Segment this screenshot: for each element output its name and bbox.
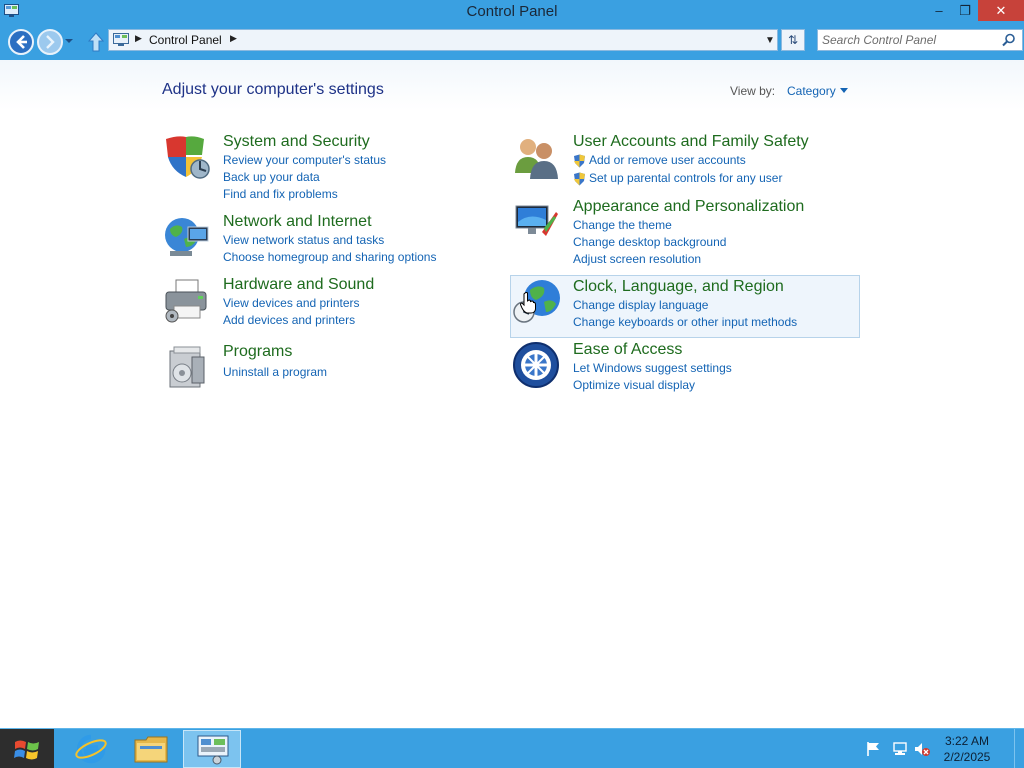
breadcrumb-separator-icon[interactable]: ▶ xyxy=(135,33,142,44)
category-title[interactable]: User Accounts and Family Safety xyxy=(573,133,809,151)
link-windows-suggest-settings[interactable]: Let Windows suggest settings xyxy=(573,361,732,375)
link-change-theme[interactable]: Change the theme xyxy=(573,218,672,232)
taskbar-control-panel[interactable] xyxy=(183,730,241,768)
link-optimize-visual-display[interactable]: Optimize visual display xyxy=(573,378,695,392)
taskbar-internet-explorer[interactable] xyxy=(62,730,120,768)
window-title: Control Panel xyxy=(466,3,558,20)
category-user-accounts-family-safety: User Accounts and Family Safety Add or r… xyxy=(512,133,832,188)
link-uninstall-program[interactable]: Uninstall a program xyxy=(223,365,327,379)
control-panel-location-icon xyxy=(113,33,129,46)
search-input[interactable] xyxy=(822,32,998,48)
programs-icon[interactable] xyxy=(162,343,210,391)
category-clock-language-region: Clock, Language, and Region Change displ… xyxy=(512,278,832,333)
category-title[interactable]: Appearance and Personalization xyxy=(573,198,804,216)
link-find-fix-problems[interactable]: Find and fix problems xyxy=(223,187,338,201)
page-title: Adjust your computer's settings xyxy=(162,81,384,98)
link-change-background[interactable]: Change desktop background xyxy=(573,235,726,249)
navigation-bar: ▶ Control Panel ▶ ▼ ⇅ xyxy=(0,24,1024,60)
link-keyboards-input[interactable]: Change keyboards or other input methods xyxy=(573,315,797,329)
network-globe-icon[interactable] xyxy=(162,213,210,261)
volume-muted-icon[interactable] xyxy=(914,741,930,757)
category-system-and-security: System and Security Review your computer… xyxy=(162,133,462,203)
ease-of-access-icon[interactable] xyxy=(512,341,560,389)
hand-cursor-icon xyxy=(520,292,536,314)
clock-date: 2/2/2025 xyxy=(943,750,991,764)
link-review-status[interactable]: Review your computer's status xyxy=(223,153,386,167)
printer-icon[interactable] xyxy=(162,276,210,324)
taskbar-file-explorer[interactable] xyxy=(122,730,180,768)
link-network-status[interactable]: View network status and tasks xyxy=(223,233,384,247)
recent-pages-chevron-icon[interactable] xyxy=(64,36,74,46)
link-add-devices[interactable]: Add devices and printers xyxy=(223,313,355,327)
clock-time: 3:22 AM xyxy=(944,734,990,748)
arrow-right-icon xyxy=(46,35,55,49)
category-title[interactable]: Clock, Language, and Region xyxy=(573,278,784,296)
breadcrumb-chevron-icon[interactable]: ▶ xyxy=(230,33,237,44)
category-title[interactable]: Ease of Access xyxy=(573,341,682,359)
file-explorer-icon xyxy=(134,736,168,763)
uac-shield-icon xyxy=(574,154,585,168)
control-panel-content: Adjust your computer's settings View by:… xyxy=(0,60,1024,728)
category-network-and-internet: Network and Internet View network status… xyxy=(162,213,462,268)
breadcrumb-control-panel[interactable]: Control Panel xyxy=(149,33,222,47)
category-hardware-and-sound: Hardware and Sound View devices and prin… xyxy=(162,276,462,331)
link-back-up[interactable]: Back up your data xyxy=(223,170,320,184)
link-screen-resolution[interactable]: Adjust screen resolution xyxy=(573,252,701,266)
category-ease-of-access: Ease of Access Let Windows suggest setti… xyxy=(512,341,832,396)
title-bar: Control Panel – ❐ ✕ xyxy=(0,0,1024,24)
control-panel-icon xyxy=(197,735,229,765)
category-programs: Programs Uninstall a program xyxy=(162,343,462,393)
arrow-left-icon xyxy=(16,35,27,49)
network-icon[interactable] xyxy=(892,741,908,757)
search-box[interactable] xyxy=(817,29,1023,51)
address-dropdown-icon[interactable]: ▼ xyxy=(765,35,775,46)
back-button[interactable] xyxy=(8,29,34,55)
up-arrow-icon[interactable] xyxy=(88,32,104,52)
flag-icon[interactable] xyxy=(866,741,882,757)
close-button[interactable]: ✕ xyxy=(978,0,1024,21)
category-title[interactable]: Network and Internet xyxy=(223,213,372,231)
minimize-button[interactable]: – xyxy=(926,0,952,21)
restore-button[interactable]: ❐ xyxy=(952,0,978,21)
link-homegroup-sharing[interactable]: Choose homegroup and sharing options xyxy=(223,250,436,264)
search-icon[interactable] xyxy=(1002,33,1016,47)
system-clock[interactable]: 3:22 AM 2/2/2025 xyxy=(936,733,998,765)
link-display-language[interactable]: Change display language xyxy=(573,298,708,312)
view-by-dropdown[interactable]: Category xyxy=(787,84,836,98)
start-button[interactable] xyxy=(0,729,54,768)
link-add-remove-users[interactable]: Add or remove user accounts xyxy=(589,153,746,167)
category-title[interactable]: Programs xyxy=(223,343,292,361)
link-parental-controls[interactable]: Set up parental controls for any user xyxy=(589,171,782,185)
uac-shield-icon xyxy=(574,172,585,186)
category-appearance-personalization: Appearance and Personalization Change th… xyxy=(512,198,832,268)
category-title[interactable]: System and Security xyxy=(223,133,370,151)
view-by-label: View by: xyxy=(730,84,776,98)
category-title[interactable]: Hardware and Sound xyxy=(223,276,374,294)
users-icon[interactable] xyxy=(512,133,560,181)
shield-icon[interactable] xyxy=(162,133,210,181)
address-bar[interactable]: ▶ Control Panel ▶ ▼ xyxy=(108,29,778,51)
internet-explorer-icon xyxy=(75,734,107,764)
view-by-caret-icon[interactable] xyxy=(840,88,848,93)
forward-button[interactable] xyxy=(37,29,63,55)
monitor-paint-icon[interactable] xyxy=(512,198,560,246)
taskbar: 3:22 AM 2/2/2025 xyxy=(0,728,1024,768)
link-view-devices[interactable]: View devices and printers xyxy=(223,296,360,310)
show-desktop-button[interactable] xyxy=(1014,729,1024,768)
refresh-button[interactable]: ⇅ xyxy=(781,29,805,51)
windows-logo-icon xyxy=(14,740,39,760)
refresh-icon: ⇅ xyxy=(787,33,799,47)
